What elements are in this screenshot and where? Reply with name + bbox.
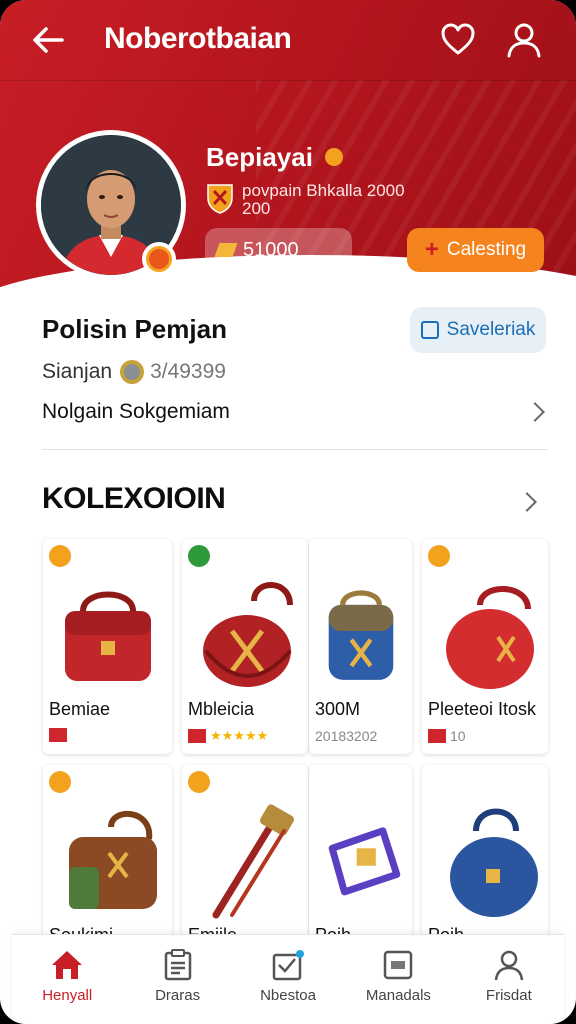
- stat-row: Sianjan 3/49399: [42, 360, 226, 384]
- stat-label: Sianjan: [42, 360, 113, 383]
- chip-label: Saveleriak: [446, 319, 536, 340]
- nav-item-manadals[interactable]: Manadals: [343, 935, 453, 1024]
- arrow-left-icon: [33, 27, 64, 53]
- back-button[interactable]: [28, 20, 68, 60]
- item-meta: [49, 728, 71, 742]
- chevron-right-icon: [517, 492, 537, 512]
- item-name: 300M: [315, 699, 361, 719]
- top-bar: Noberotbaian: [0, 0, 576, 80]
- calendar-icon: [420, 321, 439, 339]
- coin-icon: [214, 243, 238, 257]
- medal-icon: [120, 360, 145, 384]
- collection-item[interactable]: 300M 20183202: [309, 539, 412, 754]
- staff-icon: [212, 804, 295, 919]
- badge-icon: [428, 729, 446, 743]
- settings-link-row[interactable]: Nolgain Sokgemiam: [42, 388, 548, 436]
- bottom-nav: Henyall Draras Nbestoa Manadals Frisdat: [12, 934, 564, 1024]
- brown-bag-icon: [69, 810, 157, 909]
- app-screen: Noberotbaian Bepiayai povpain Bhkalla 20…: [0, 0, 576, 1024]
- purple-harness-icon: [328, 827, 401, 896]
- collection-more-button[interactable]: [517, 487, 540, 512]
- collection-item[interactable]: Soukimi: [43, 765, 172, 950]
- divider: [42, 449, 548, 450]
- blue-backpack-icon: [328, 590, 394, 680]
- item-name: Mbleicia: [188, 699, 255, 719]
- nav-label: Frisdat: [485, 987, 532, 1004]
- add-button[interactable]: + Calesting: [407, 228, 544, 272]
- item-meta: 10: [428, 728, 466, 744]
- clipboard-icon: [164, 949, 191, 981]
- heart-icon: [441, 23, 475, 55]
- red-bag-icon: [65, 591, 151, 681]
- badge-icon: [188, 729, 206, 743]
- nav-item-draras[interactable]: Draras: [122, 935, 232, 1024]
- nav-label: Draras: [155, 987, 201, 1004]
- nav-label: Manadals: [365, 987, 431, 1004]
- schedule-chip[interactable]: Saveleriak: [410, 307, 546, 353]
- stat-value: 3/49399: [150, 360, 226, 383]
- item-meta-value: 10: [450, 728, 466, 744]
- tablet-icon: [384, 950, 413, 980]
- player-name: Bepiayai: [206, 142, 313, 172]
- club-crest-icon: [206, 182, 234, 214]
- user-icon: [494, 950, 524, 981]
- club-info: povpain Bhkalla 2000 200: [242, 181, 405, 218]
- nav-item-frisdat[interactable]: Frisdat: [454, 935, 564, 1024]
- red-backpack-icon: [203, 582, 293, 687]
- badge-icon: [49, 728, 67, 742]
- inbox-icon: [272, 950, 305, 981]
- section-title: Polisin Pemjan: [42, 314, 227, 344]
- item-meta: 20183202: [315, 728, 378, 744]
- item-name: Pleeteoi Itosk: [428, 699, 537, 719]
- favorite-button[interactable]: [438, 20, 478, 60]
- verified-icon: [325, 148, 343, 166]
- item-meta: ★★★★★: [188, 728, 268, 744]
- collection-item[interactable]: Emiile: [182, 765, 308, 950]
- star-rating: ★★★★★: [210, 728, 269, 743]
- blue-bag-icon: [450, 808, 538, 917]
- collection-item[interactable]: Bemiae: [43, 539, 172, 754]
- collection-item[interactable]: Mbleicia ★★★★★: [182, 539, 308, 754]
- page-title: Noberotbaian: [104, 22, 292, 55]
- nav-label: Henyall: [42, 987, 93, 1004]
- nav-item-home[interactable]: Henyall: [12, 935, 122, 1024]
- chevron-right-icon: [525, 402, 545, 422]
- nav-label: Nbestoa: [260, 987, 316, 1004]
- user-icon: [507, 23, 541, 58]
- coin-balance[interactable]: 51000: [205, 228, 352, 272]
- home-icon: [52, 951, 83, 979]
- nav-item-nbestoa[interactable]: Nbestoa: [233, 935, 343, 1024]
- collection-item[interactable]: Poih: [422, 765, 548, 950]
- rank-badge: [142, 242, 176, 276]
- collection-title: KOLEXOIOIN: [42, 482, 226, 515]
- coin-value: 51000: [243, 238, 299, 261]
- red-pouch-icon: [446, 586, 534, 689]
- plus-icon: +: [424, 236, 439, 263]
- collection-item[interactable]: Poih: [309, 765, 412, 950]
- add-button-label: Calesting: [446, 239, 527, 260]
- collection-item[interactable]: Pleeteoi Itosk 10: [422, 539, 548, 754]
- link-label: Nolgain Sokgemiam: [42, 400, 230, 423]
- item-name: Bemiae: [49, 699, 111, 719]
- account-button[interactable]: [504, 20, 544, 60]
